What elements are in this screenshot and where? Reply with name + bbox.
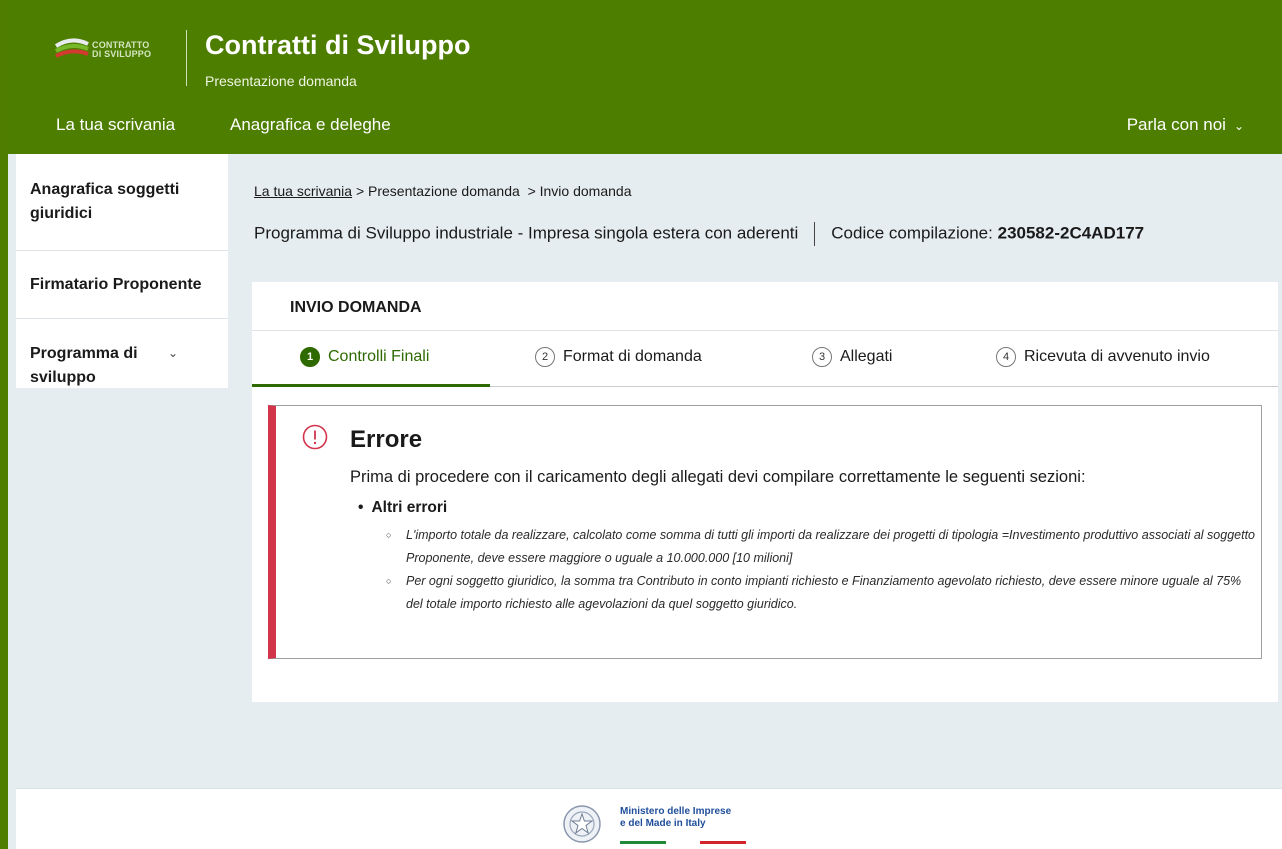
step-controlli-finali[interactable]: 1 Controlli Finali bbox=[300, 347, 429, 367]
logo-swoosh-icon bbox=[54, 38, 89, 58]
code-label: Codice compilazione: bbox=[831, 223, 993, 243]
ministry-name: Ministero delle Imprese e del Made in It… bbox=[620, 806, 731, 830]
sidebar-divider bbox=[16, 250, 228, 251]
contratto-di-sviluppo-logo[interactable]: CONTRATTO DI SVILUPPO bbox=[52, 28, 162, 72]
nav-anagrafica-e-deleghe[interactable]: Anagrafica e deleghe bbox=[230, 115, 391, 135]
alert-circle-icon bbox=[302, 424, 328, 450]
parla-con-noi-menu[interactable]: Parla con noi ⌄ bbox=[1127, 115, 1244, 135]
ministry-name-line2: e del Made in Italy bbox=[620, 818, 706, 829]
breadcrumb-link-la-tua-scrivania[interactable]: La tua scrivania bbox=[254, 183, 352, 199]
sidebar: Anagrafica soggetti giuridici Firmatario… bbox=[16, 154, 228, 388]
step-format-di-domanda[interactable]: 2 Format di domanda bbox=[535, 347, 702, 367]
flag-red-stripe bbox=[700, 841, 746, 844]
sidebar-item-anagrafica-soggetti-giuridici[interactable]: Anagrafica soggetti giuridici bbox=[30, 178, 220, 226]
step-label: Controlli Finali bbox=[328, 348, 430, 365]
page: CONTRATTO DI SVILUPPO Contratti di Svilu… bbox=[0, 0, 1282, 849]
error-alert: Errore Prima di procedere con il caricam… bbox=[268, 405, 1262, 659]
invio-domanda-card: INVIO DOMANDA 1 Controlli Finali 2 Format … bbox=[252, 282, 1278, 702]
app-subtitle: Presentazione domanda bbox=[205, 73, 357, 89]
step-number-badge: 4 bbox=[996, 347, 1016, 367]
nav-la-tua-scrivania[interactable]: La tua scrivania bbox=[56, 115, 175, 135]
step-number-badge: 3 bbox=[812, 347, 832, 367]
step-allegati[interactable]: 3 Allegati bbox=[812, 347, 892, 367]
sidebar-item-programma-di-sviluppo[interactable]: Programma di sviluppo bbox=[30, 342, 150, 388]
alert-message: Prima di procedere con il caricamento de… bbox=[350, 468, 1086, 486]
chevron-down-icon[interactable]: ⌄ bbox=[168, 346, 178, 360]
program-text: Programma di Sviluppo industriale - Impr… bbox=[254, 223, 799, 243]
step-number-badge: 2 bbox=[535, 347, 555, 367]
parla-con-noi-label: Parla con noi bbox=[1126, 115, 1226, 134]
chevron-down-icon: ⌄ bbox=[1233, 119, 1244, 133]
italian-republic-emblem-icon bbox=[563, 805, 601, 843]
breadcrumb: La tua scrivania > Presentazione domanda… bbox=[254, 183, 631, 199]
breadcrumb-rest: > Presentazione domanda > Invio domanda bbox=[352, 183, 632, 199]
program-divider bbox=[814, 222, 816, 246]
app-title: Contratti di Sviluppo bbox=[205, 30, 471, 60]
step-number-badge: 1 bbox=[300, 347, 320, 367]
logo-text: CONTRATTO DI SVILUPPO bbox=[92, 41, 151, 59]
sidebar-item-firmatario-proponente[interactable]: Firmatario Proponente bbox=[30, 273, 202, 297]
step-label: Format di domanda bbox=[563, 348, 702, 365]
active-step-underline bbox=[252, 384, 490, 387]
program-info: Programma di Sviluppo industriale - Impr… bbox=[254, 222, 1144, 246]
flag-green-stripe bbox=[620, 841, 666, 844]
stepper: 1 Controlli Finali 2 Format di domanda 3 Al… bbox=[252, 331, 1278, 387]
header: CONTRATTO DI SVILUPPO Contratti di Svilu… bbox=[8, 0, 1282, 154]
main-nav: La tua scrivania Anagrafica e deleghe Pa… bbox=[8, 108, 1282, 144]
ministry-name-line1: Ministero delle Imprese bbox=[620, 806, 732, 817]
error-item: L'importo totale da realizzare, calcolat… bbox=[386, 524, 1256, 570]
alert-section-heading: Altri errori bbox=[358, 499, 447, 517]
step-label: Allegati bbox=[840, 348, 893, 365]
sidebar-divider bbox=[16, 318, 228, 319]
logo-text-line2: DI SVILUPPO bbox=[92, 49, 152, 59]
code-value: 230582-2C4AD177 bbox=[997, 223, 1145, 243]
alert-title: Errore bbox=[350, 426, 423, 453]
error-item: Per ogni soggetto giuridico, la somma tr… bbox=[386, 570, 1256, 616]
header-divider bbox=[186, 30, 187, 86]
step-label: Ricevuta di avvenuto invio bbox=[1024, 348, 1210, 365]
card-title: INVIO DOMANDA bbox=[290, 299, 422, 316]
footer: Ministero delle Imprese e del Made in It… bbox=[16, 788, 1282, 849]
step-ricevuta-di-avvenuto-invio[interactable]: 4 Ricevuta di avvenuto invio bbox=[996, 347, 1210, 367]
